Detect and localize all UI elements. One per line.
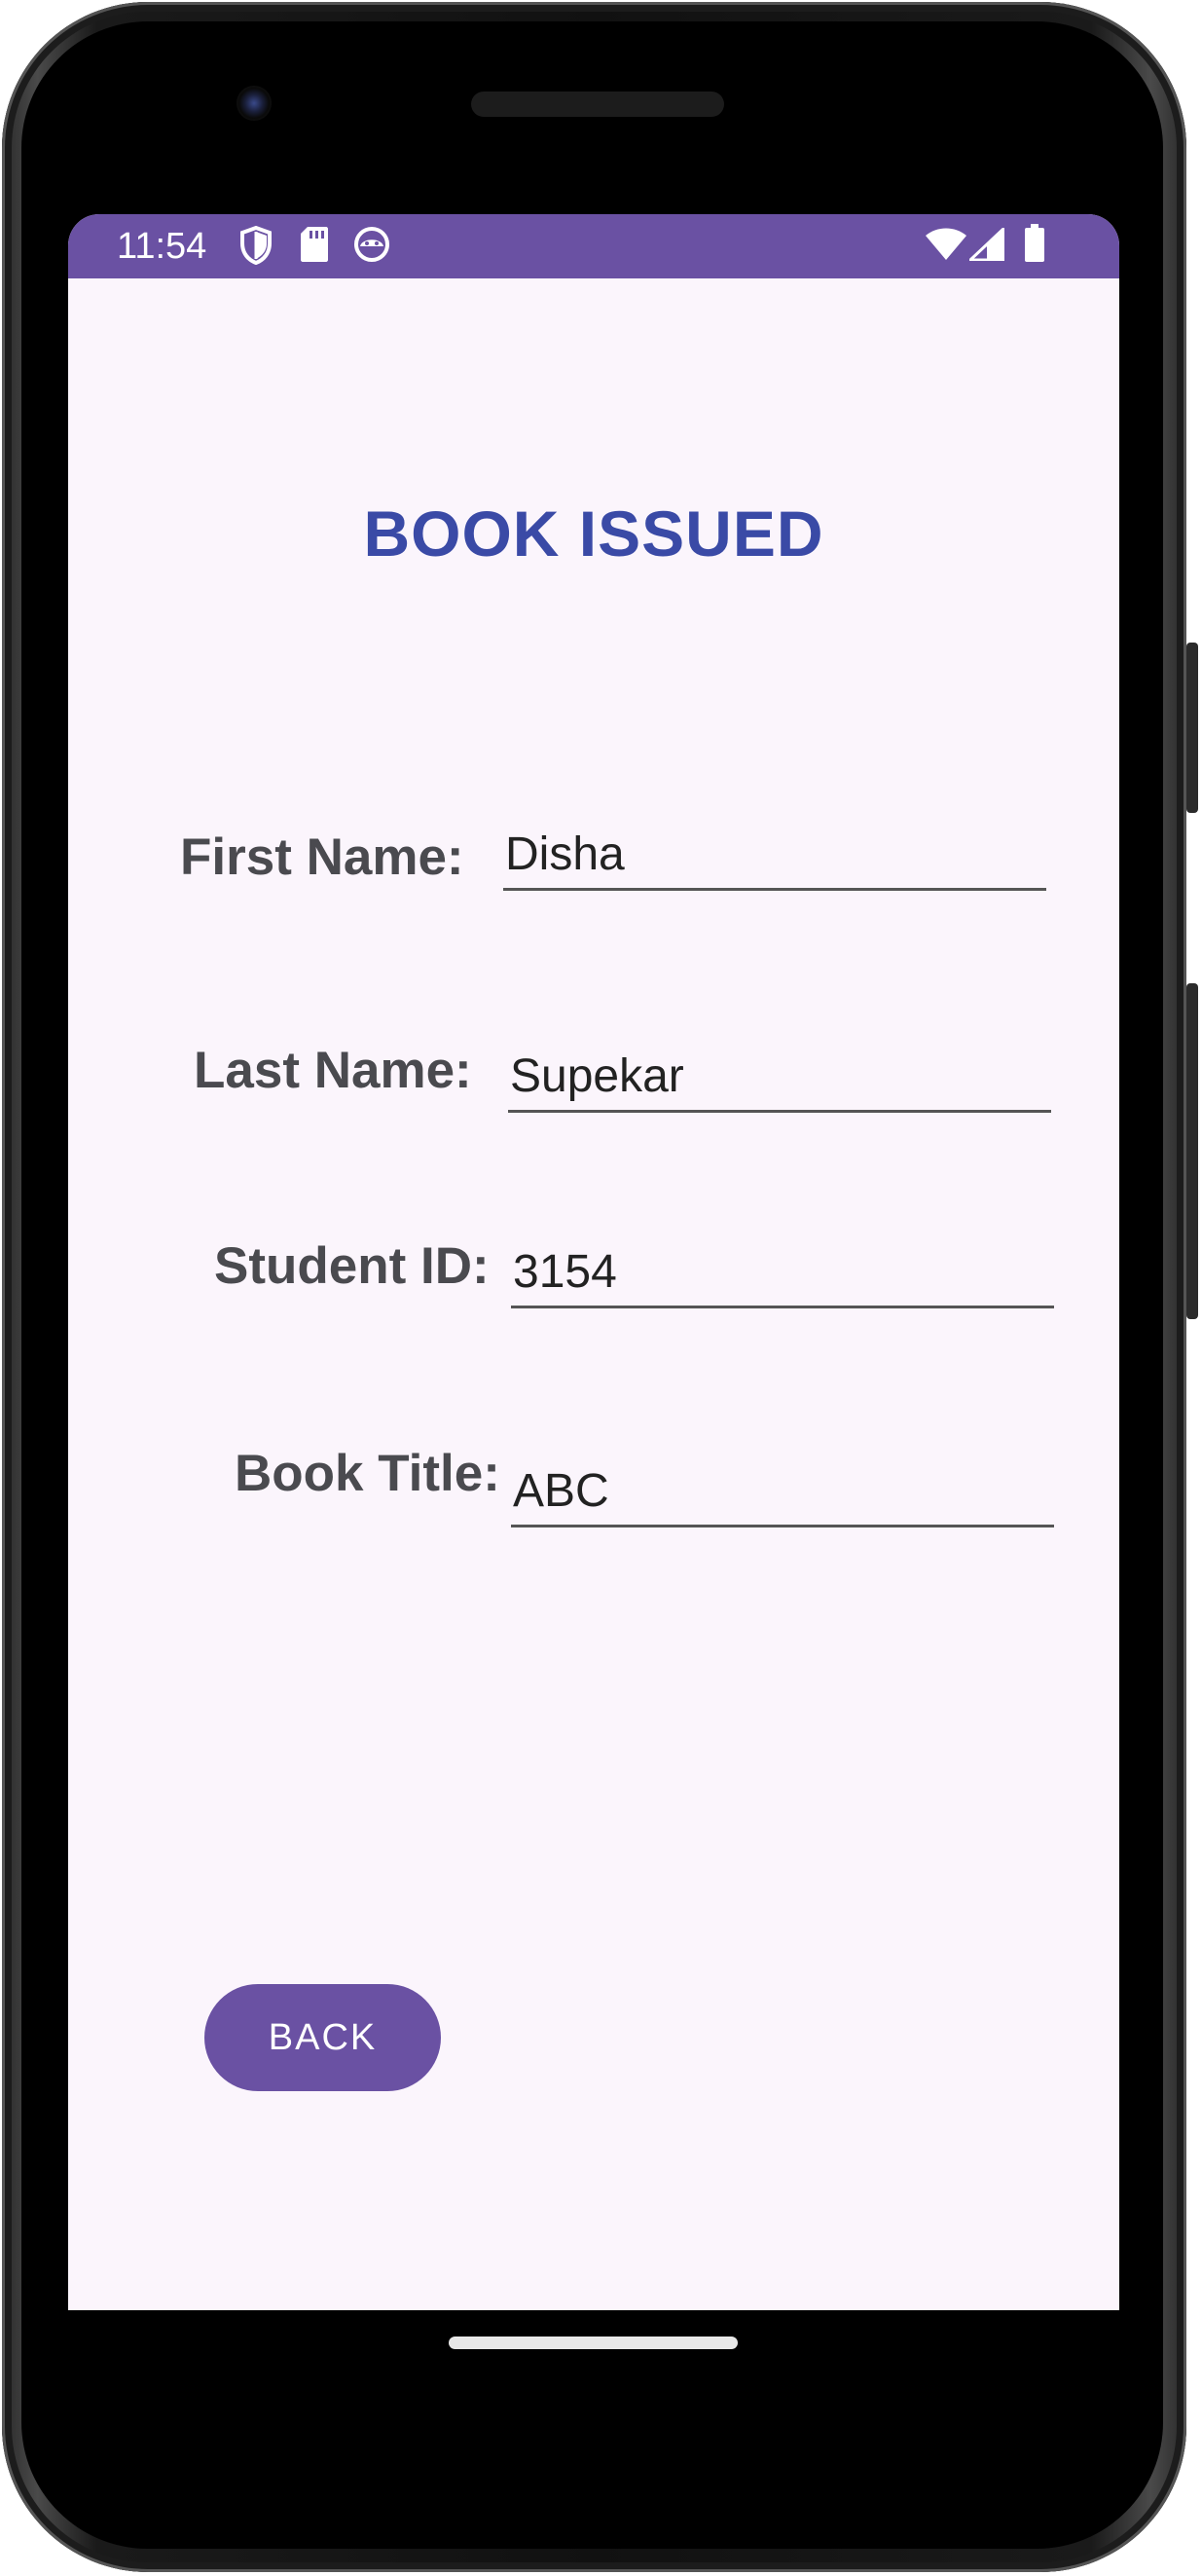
battery-icon (1025, 224, 1044, 262)
last-name-label: Last Name: (194, 1042, 472, 1099)
front-camera-icon (237, 86, 272, 121)
student-id-field[interactable]: 3154 (511, 1239, 1054, 1308)
status-time: 11:54 (117, 226, 207, 267)
signal-icon (969, 228, 1004, 261)
first-name-label: First Name: (180, 828, 464, 886)
app-screen: 11:54 BOOK ISSUED First Name: Disha Last… (68, 214, 1119, 2310)
volume-button (1186, 983, 1198, 1319)
home-indicator[interactable] (449, 2337, 738, 2349)
shield-icon (240, 226, 272, 265)
earpiece-speaker (471, 92, 724, 117)
device-frame: 11:54 BOOK ISSUED First Name: Disha Last… (0, 0, 1202, 2576)
first-name-field[interactable]: Disha (503, 822, 1046, 891)
book-title-field[interactable]: ABC (511, 1458, 1054, 1527)
last-name-field[interactable]: Supekar (508, 1044, 1051, 1113)
page-title: BOOK ISSUED (363, 497, 824, 570)
status-bar: 11:54 (68, 214, 1119, 278)
wifi-icon (926, 228, 966, 260)
sd-card-icon (301, 227, 328, 262)
book-title-label: Book Title: (235, 1445, 500, 1502)
power-button (1186, 643, 1198, 813)
back-button[interactable]: BACK (204, 1984, 441, 2091)
android-face-icon (354, 227, 389, 262)
student-id-label: Student ID: (214, 1237, 490, 1295)
